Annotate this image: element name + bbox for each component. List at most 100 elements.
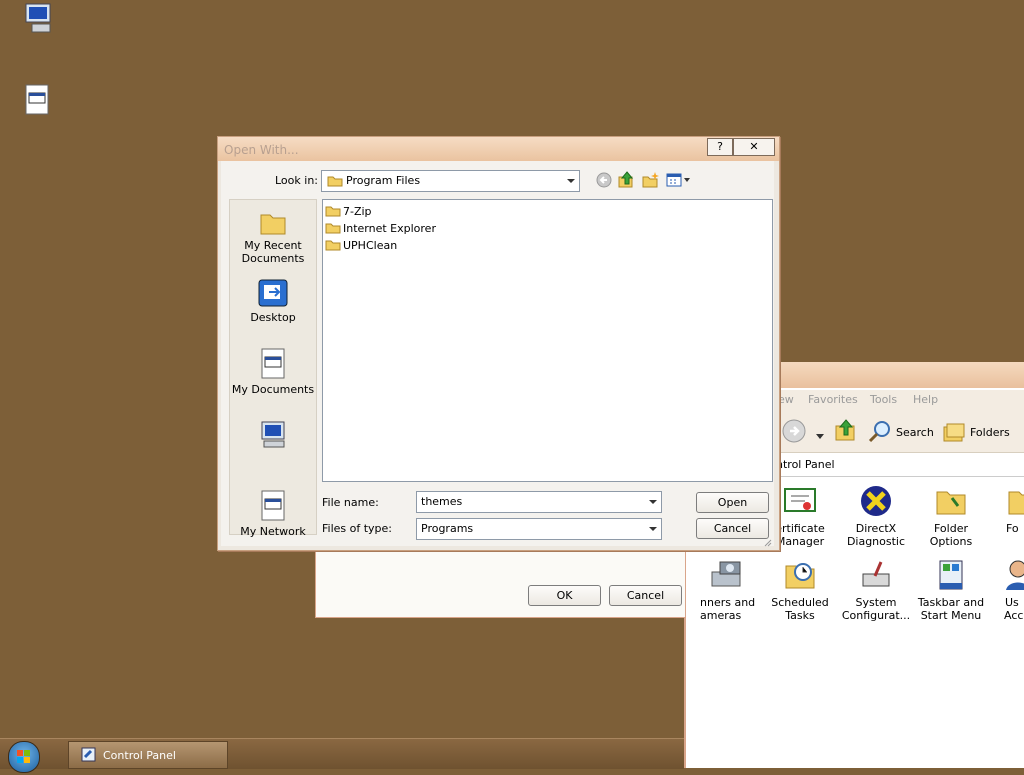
my-documents-icon bbox=[261, 348, 285, 379]
file-name: UPHClean bbox=[343, 238, 398, 252]
chevron-down-icon bbox=[649, 527, 657, 531]
cp-item-label-line2: Manager bbox=[775, 535, 825, 548]
cp-item-label-line1: Fo bbox=[1006, 522, 1019, 535]
desktop-icon bbox=[258, 279, 288, 307]
control-panel-icon bbox=[81, 747, 96, 762]
close-button[interactable]: ✕ bbox=[733, 138, 775, 156]
place-desktop[interactable]: Desktop bbox=[230, 278, 316, 324]
open-with-dialog: Open With... ? ✕ Look in: Program Files … bbox=[217, 136, 780, 551]
cp-item-label-line2: Diagnostic bbox=[846, 535, 906, 548]
folders-icon[interactable] bbox=[942, 422, 966, 447]
cp-item-system-configuration[interactable]: System Configurat... bbox=[837, 558, 915, 622]
user-accounts-icon bbox=[1006, 560, 1024, 590]
address-text: ntrol Panel bbox=[776, 458, 835, 471]
place-my-recent-documents[interactable]: My Recent Documents bbox=[230, 210, 316, 265]
cancel-button[interactable]: Cancel bbox=[696, 518, 769, 539]
ok-button[interactable]: OK bbox=[528, 585, 601, 606]
menu-favorites[interactable]: Favorites bbox=[808, 393, 858, 406]
cp-item-directx-diagnostic[interactable]: DirectX Diagnostic bbox=[837, 484, 915, 548]
help-button[interactable]: ? bbox=[707, 138, 733, 156]
chevron-down-icon[interactable] bbox=[649, 500, 657, 504]
cp-item-label-line1: Scheduled bbox=[771, 596, 829, 609]
my-computer-icon bbox=[261, 421, 285, 448]
directx-icon bbox=[861, 486, 891, 516]
cp-item-taskbar-start-menu[interactable]: Taskbar and Start Menu bbox=[912, 558, 990, 622]
dialog-title: Open With... bbox=[224, 143, 299, 157]
place-label: My Recent Documents bbox=[241, 239, 305, 265]
folder-icon bbox=[325, 240, 341, 251]
cp-item-label-line1: Us bbox=[1005, 596, 1019, 609]
place-my-documents[interactable]: My Documents bbox=[230, 348, 316, 396]
fonts-folder-icon bbox=[1008, 491, 1024, 515]
back-icon[interactable] bbox=[596, 172, 612, 191]
places-bar: My Recent Documents Desktop My Documents… bbox=[229, 199, 317, 538]
cp-item-scanners-cameras[interactable]: nners and ameras bbox=[700, 558, 770, 622]
place-my-network[interactable]: My Network bbox=[230, 490, 316, 538]
folder-icon bbox=[325, 223, 341, 234]
dialog-body: Look in: Program Files My Recent Documen… bbox=[221, 161, 774, 547]
look-in-value: Program Files bbox=[346, 174, 421, 187]
list-item[interactable]: Internet Explorer bbox=[325, 220, 436, 236]
cp-item-user-accounts[interactable]: Us Acco bbox=[988, 558, 1024, 622]
folders-button[interactable]: Folders bbox=[970, 426, 1010, 439]
cp-item-label-line1: DirectX bbox=[855, 522, 897, 535]
menu-tools[interactable]: Tools bbox=[870, 393, 897, 406]
cp-item-label-line2: Tasks bbox=[785, 609, 815, 622]
search-button[interactable]: Search bbox=[896, 426, 934, 439]
place-label: My Documents bbox=[231, 383, 315, 396]
look-in-dropdown[interactable]: Program Files bbox=[321, 170, 580, 192]
cp-item-label-line1: Folder bbox=[934, 522, 968, 535]
folder-icon bbox=[325, 206, 341, 217]
my-network-icon bbox=[261, 490, 285, 521]
place-label: My Network bbox=[240, 525, 306, 538]
resize-grip-icon[interactable] bbox=[764, 537, 772, 550]
scanner-icon bbox=[711, 561, 741, 587]
menu-help[interactable]: Help bbox=[913, 393, 938, 406]
cp-item-label-line1: nners and bbox=[700, 596, 756, 609]
place-my-computer[interactable] bbox=[230, 420, 316, 453]
forward-icon[interactable] bbox=[782, 419, 806, 446]
cp-item-label-line1: ertificate bbox=[775, 522, 825, 535]
file-name: Internet Explorer bbox=[343, 221, 436, 235]
chevron-down-icon bbox=[567, 179, 575, 183]
scheduled-tasks-icon bbox=[785, 563, 815, 589]
file-list[interactable]: 7-Zip Internet Explorer UPHClean bbox=[322, 199, 773, 482]
start-button[interactable] bbox=[8, 741, 40, 773]
certificate-icon bbox=[784, 488, 816, 512]
cp-item-scheduled-tasks[interactable]: Scheduled Tasks bbox=[761, 558, 839, 622]
list-item[interactable]: UPHClean bbox=[325, 237, 397, 253]
file-type-value: Programs bbox=[421, 522, 474, 535]
behind-cancel-button[interactable]: Cancel bbox=[609, 585, 682, 606]
cp-item-folder-options[interactable]: Folder Options bbox=[912, 484, 990, 548]
search-icon[interactable] bbox=[868, 420, 892, 447]
forward-dropdown-icon[interactable] bbox=[816, 429, 824, 442]
cp-item-label-line2: Configurat... bbox=[841, 609, 911, 622]
file-name: 7-Zip bbox=[343, 204, 372, 218]
file-name-label: File name: bbox=[322, 496, 379, 509]
cp-item-fonts[interactable]: Fo bbox=[988, 484, 1024, 535]
recent-documents-icon bbox=[260, 214, 286, 235]
taskbar-label: Control Panel bbox=[103, 749, 176, 762]
place-label: Desktop bbox=[250, 311, 296, 324]
document-desktop-icon[interactable] bbox=[24, 84, 60, 120]
taskbar: Control Panel bbox=[0, 738, 684, 773]
open-button[interactable]: Open bbox=[696, 492, 769, 513]
file-type-dropdown[interactable]: Programs bbox=[416, 518, 662, 540]
file-name-value: themes bbox=[421, 495, 463, 508]
new-folder-icon[interactable] bbox=[642, 171, 660, 192]
my-computer-desktop-icon[interactable] bbox=[22, 2, 58, 38]
up-folder-icon[interactable] bbox=[834, 418, 858, 445]
system-config-icon bbox=[862, 561, 890, 587]
taskbar-icon bbox=[939, 560, 963, 590]
file-type-label: Files of type: bbox=[322, 522, 393, 535]
up-one-level-icon[interactable] bbox=[618, 171, 636, 192]
file-name-field[interactable]: themes bbox=[416, 491, 662, 513]
menu-view[interactable]: ew bbox=[778, 393, 794, 406]
folder-icon bbox=[327, 176, 343, 187]
behind-dialog: OK Cancel bbox=[315, 540, 686, 618]
cp-item-label-line2: Acco bbox=[1004, 609, 1024, 622]
view-menu-icon[interactable] bbox=[666, 173, 692, 190]
list-item[interactable]: 7-Zip bbox=[325, 203, 372, 219]
taskbar-button-control-panel[interactable]: Control Panel bbox=[68, 741, 228, 769]
dialog-titlebar[interactable]: Open With... ? ✕ bbox=[218, 137, 779, 161]
